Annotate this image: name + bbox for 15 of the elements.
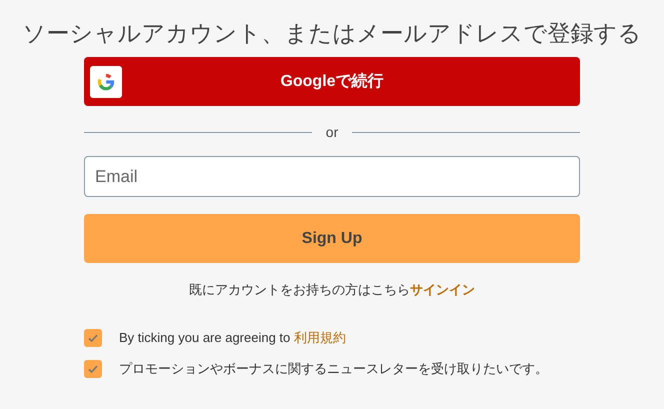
checkbox-label: By ticking you are agreeing to 利用規約: [119, 329, 346, 347]
checkbox[interactable]: [84, 329, 102, 347]
terms-link[interactable]: 利用規約: [294, 330, 346, 345]
google-icon: [90, 66, 122, 98]
check-icon: [87, 332, 99, 344]
divider-label: or: [326, 124, 338, 140]
signin-prompt: 既にアカウントをお持ちの方はこちらサインイン: [189, 282, 475, 297]
checkbox-label: プロモーションやボーナスに関するニュースレターを受け取りたいです。: [119, 360, 548, 378]
google-button[interactable]: Googleで続行: [84, 57, 580, 106]
check-icon: [87, 363, 99, 375]
heading: ソーシャルアカウント、またはメールアドレスで登録する: [22, 19, 642, 48]
signin-link[interactable]: サインイン: [410, 282, 475, 297]
email-field[interactable]: Email: [84, 156, 580, 197]
signup-button[interactable]: Sign Up: [84, 214, 580, 263]
checkbox[interactable]: [84, 360, 102, 378]
